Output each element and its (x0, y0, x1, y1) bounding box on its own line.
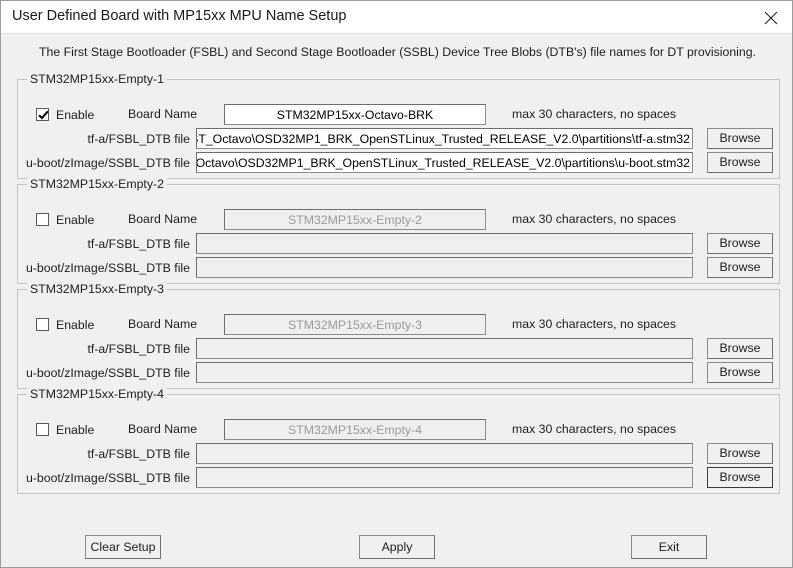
board-group: STM32MP15xx-Empty-4 Enable Board Name STM32… (17, 387, 780, 494)
fsbl-dtb-input[interactable] (196, 338, 693, 359)
ssbl-dtb-label: u-boot/zImage/SSBL_DTB file (25, 366, 190, 380)
fsbl-dtb-label: tf-a/FSBL_DTB file (87, 342, 190, 356)
fsbl-dtb-label: tf-a/FSBL_DTB file (87, 447, 190, 461)
checkbox-box-icon (36, 423, 49, 436)
board-name-label: Board Name (128, 212, 198, 226)
ssbl-dtb-input[interactable]: T-DEV\TEST_Octavo\OSD32MP1_BRK_OpenSTLin… (196, 152, 693, 173)
exit-button[interactable]: Exit (631, 535, 707, 559)
ssbl-browse-button[interactable]: Browse (707, 467, 773, 488)
enable-checkbox-label: Enable (56, 107, 95, 122)
fsbl-dtb-input[interactable]: :\ST-DEV\TEST_Octavo\OSD32MP1_BRK_OpenST… (196, 128, 693, 149)
board-group-title: STM32MP15xx-Empty-3 (27, 282, 167, 296)
board-group: STM32MP15xx-Empty-2 Enable Board Name STM32… (17, 177, 780, 284)
enable-checkbox[interactable]: Enable (36, 106, 94, 123)
ssbl-dtb-input[interactable] (196, 362, 693, 383)
fsbl-browse-button[interactable]: Browse (707, 338, 773, 359)
checkbox-box-icon (36, 213, 49, 226)
enable-checkbox-label: Enable (56, 317, 95, 332)
fsbl-dtb-input-text: :\ST-DEV\TEST_Octavo\OSD32MP1_BRK_OpenST… (196, 132, 690, 146)
clear-setup-button[interactable]: Clear Setup (85, 535, 161, 559)
title-bar: User Defined Board with MP15xx MPU Name … (1, 1, 792, 34)
board-group-title: STM32MP15xx-Empty-1 (27, 72, 167, 86)
board-group: STM32MP15xx-Empty-3 Enable Board Name STM32… (17, 282, 780, 389)
board-group: STM32MP15xx-Empty-1 Enable Board Name STM32… (17, 72, 780, 179)
board-name-label: Board Name (128, 107, 198, 121)
board-name-input[interactable]: STM32MP15xx-Octavo-BRK (224, 104, 486, 125)
ssbl-browse-button[interactable]: Browse (707, 152, 773, 173)
enable-checkbox[interactable]: Enable (36, 211, 94, 228)
board-name-label: Board Name (128, 422, 198, 436)
board-name-input[interactable]: STM32MP15xx-Empty-3 (224, 314, 486, 335)
fsbl-dtb-label: tf-a/FSBL_DTB file (87, 132, 190, 146)
close-icon[interactable] (749, 1, 792, 32)
fsbl-browse-button[interactable]: Browse (707, 443, 773, 464)
board-name-hint: max 30 characters, no spaces (512, 317, 677, 331)
ssbl-dtb-input-text: T-DEV\TEST_Octavo\OSD32MP1_BRK_OpenSTLin… (196, 156, 690, 170)
board-name-input[interactable]: STM32MP15xx-Empty-2 (224, 209, 486, 230)
fsbl-dtb-input[interactable] (196, 233, 693, 254)
ssbl-dtb-input[interactable] (196, 467, 693, 488)
enable-checkbox[interactable]: Enable (36, 421, 94, 438)
ssbl-browse-button[interactable]: Browse (707, 362, 773, 383)
board-name-hint: max 30 characters, no spaces (512, 107, 677, 121)
board-group-title: STM32MP15xx-Empty-4 (27, 387, 167, 401)
board-group-title: STM32MP15xx-Empty-2 (27, 177, 167, 191)
apply-button[interactable]: Apply (359, 535, 435, 559)
board-name-label: Board Name (128, 317, 198, 331)
fsbl-dtb-label: tf-a/FSBL_DTB file (87, 237, 190, 251)
board-name-input[interactable]: STM32MP15xx-Empty-4 (224, 419, 486, 440)
ssbl-browse-button[interactable]: Browse (707, 257, 773, 278)
ssbl-dtb-label: u-boot/zImage/SSBL_DTB file (25, 471, 190, 485)
fsbl-browse-button[interactable]: Browse (707, 233, 773, 254)
board-name-hint: max 30 characters, no spaces (512, 212, 677, 226)
checkbox-box-icon (36, 318, 49, 331)
ssbl-dtb-label: u-boot/zImage/SSBL_DTB file (25, 261, 190, 275)
ssbl-dtb-label: u-boot/zImage/SSBL_DTB file (25, 156, 190, 170)
dialog-description: The First Stage Bootloader (FSBL) and Se… (38, 45, 757, 59)
dialog-window: User Defined Board with MP15xx MPU Name … (0, 0, 793, 568)
enable-checkbox[interactable]: Enable (36, 316, 94, 333)
close-icon-glyph (764, 11, 778, 25)
enable-checkbox-label: Enable (56, 212, 95, 227)
board-name-hint: max 30 characters, no spaces (512, 422, 677, 436)
enable-checkbox-label: Enable (56, 422, 95, 437)
ssbl-dtb-input[interactable] (196, 257, 693, 278)
fsbl-browse-button[interactable]: Browse (707, 128, 773, 149)
checkmark-icon (36, 108, 49, 121)
window-title: User Defined Board with MP15xx MPU Name … (12, 8, 347, 24)
fsbl-dtb-input[interactable] (196, 443, 693, 464)
